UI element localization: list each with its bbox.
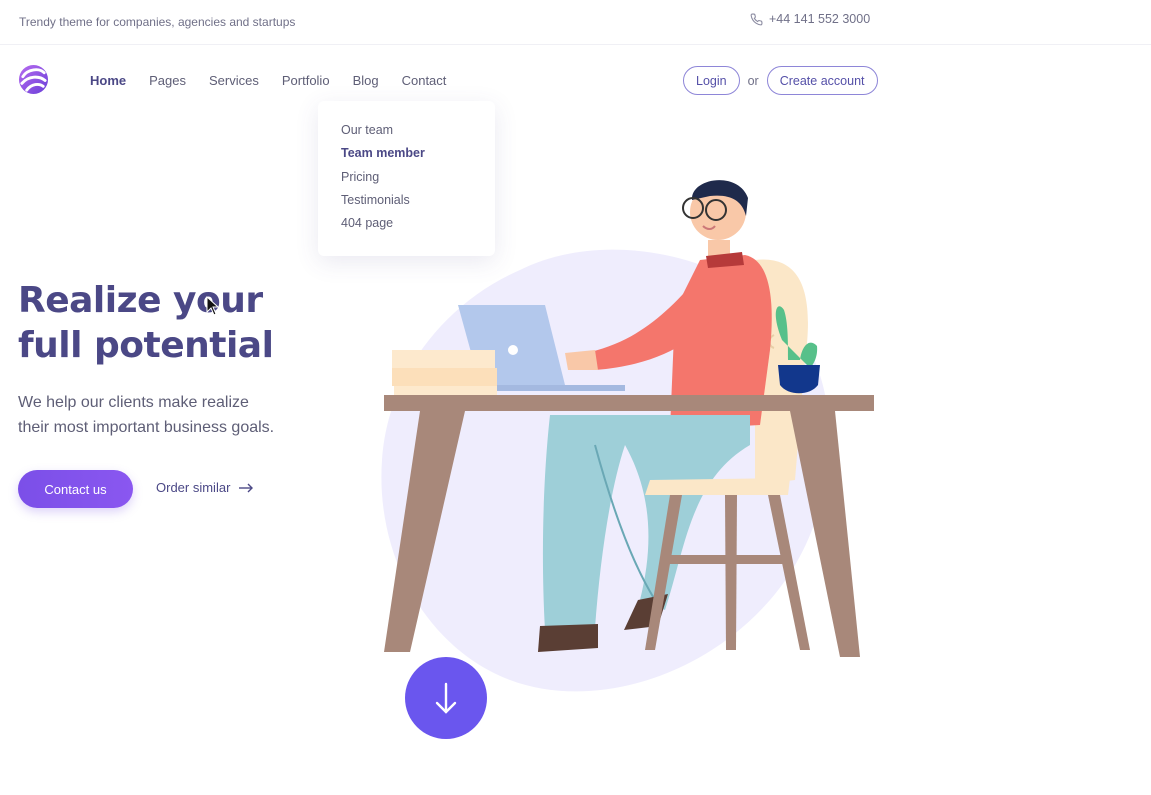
top-bar: Trendy theme for companies, agencies and… (0, 0, 1151, 45)
arrow-right-icon (239, 483, 254, 492)
phone-icon (750, 13, 763, 25)
login-button[interactable]: Login (683, 66, 740, 95)
order-similar-label: Order similar (156, 480, 231, 495)
hero-subtitle: We help our clients make realize their m… (18, 390, 318, 440)
contact-us-button[interactable]: Contact us (18, 470, 133, 508)
arrow-down-icon (435, 682, 457, 714)
paper-stack (392, 350, 495, 368)
scroll-down-button[interactable] (405, 657, 487, 739)
nav-item-contact[interactable]: Contact (402, 73, 447, 88)
nav-item-home[interactable]: Home (90, 73, 126, 88)
brand-logo[interactable] (18, 64, 49, 95)
hero-subtitle-line-1: We help our clients make realize (18, 394, 249, 411)
main-nav: Home Pages Services Portfolio Blog Conta… (90, 73, 469, 88)
desk-top (384, 395, 874, 411)
hero-title-line-1: Realize your (18, 280, 263, 321)
dropdown-item-our-team[interactable]: Our team (341, 123, 495, 146)
auth-buttons: Login or Create account (683, 66, 878, 95)
mouse-cursor-icon (206, 296, 220, 316)
hero-title: Realize your full potential (18, 278, 274, 368)
hero-subtitle-line-2: their most important business goals. (18, 419, 275, 436)
nav-item-blog[interactable]: Blog (353, 73, 379, 88)
navbar: Home Pages Services Portfolio Blog Conta… (0, 46, 1151, 114)
nav-item-services[interactable]: Services (209, 73, 259, 88)
nav-item-pages[interactable]: Pages (149, 73, 186, 88)
hero-title-line-2: full potential (18, 325, 274, 366)
nav-item-portfolio[interactable]: Portfolio (282, 73, 330, 88)
order-similar-link[interactable]: Order similar (156, 480, 254, 495)
or-separator: or (747, 73, 759, 88)
chair-seat (645, 478, 790, 495)
tagline: Trendy theme for companies, agencies and… (19, 15, 296, 29)
hero-illustration (381, 180, 874, 692)
phone-contact[interactable]: +44 141 552 3000 (750, 12, 870, 26)
create-account-button[interactable]: Create account (766, 66, 878, 95)
phone-number: +44 141 552 3000 (769, 12, 871, 26)
